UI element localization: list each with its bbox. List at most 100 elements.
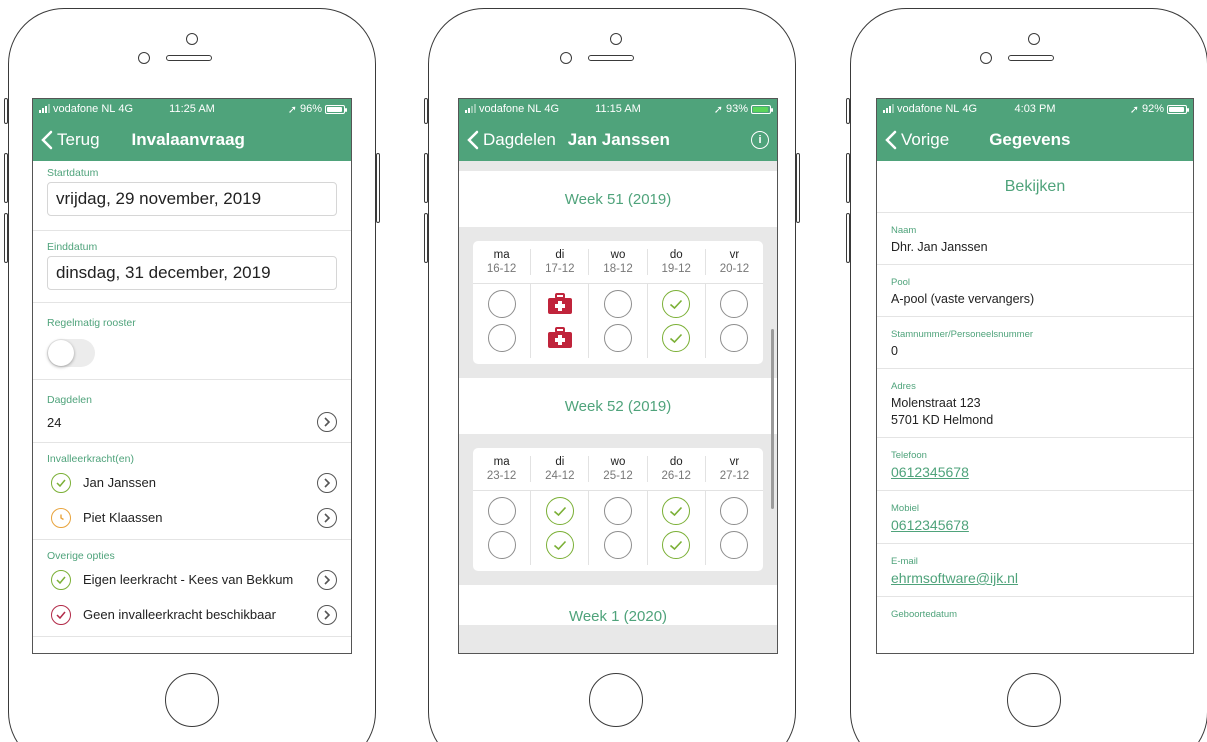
network-label: 4G — [962, 103, 978, 115]
chevron-left-icon — [467, 130, 479, 150]
invaller-row-piet[interactable]: Piet Klaassen — [47, 500, 337, 535]
check-circle-icon — [51, 472, 71, 493]
back-button[interactable]: Terug — [41, 130, 100, 150]
week-header: Week 51 (2019) — [459, 171, 777, 227]
mute-switch — [846, 98, 850, 124]
day-cells — [646, 491, 705, 565]
check-circle-icon[interactable] — [662, 497, 691, 525]
empty-circle-icon[interactable] — [720, 290, 749, 318]
scrollbar[interactable] — [771, 329, 774, 509]
dagdelen-section[interactable]: Dagdelen 24 — [33, 380, 351, 443]
email-row: E-mail ehrmsoftware@ijk.nl — [877, 544, 1193, 597]
email-label: E-mail — [891, 556, 918, 567]
einddatum-label: Einddatum — [47, 241, 98, 253]
screen-dagdelen: vodafone NL 4G 11:15 AM ➚ 93% Dagdelen J… — [458, 98, 778, 654]
startdatum-field[interactable]: vrijdag, 29 november, 2019 — [47, 182, 337, 216]
empty-circle-icon[interactable] — [604, 324, 632, 352]
info-icon[interactable]: i — [751, 131, 769, 149]
day-header: di 24-12 — [530, 456, 588, 482]
check-circle-icon[interactable] — [662, 290, 691, 318]
empty-circle-icon[interactable] — [604, 290, 632, 318]
mobiel-link[interactable]: 0612345678 — [891, 517, 969, 533]
battery-percent: 92% — [1141, 103, 1164, 115]
nav-bar: Vorige Gegevens — [877, 119, 1193, 161]
check-circle-icon — [51, 569, 71, 590]
day-name: di — [555, 456, 565, 468]
day-date: 25-12 — [603, 470, 633, 482]
chevron-right-icon[interactable] — [317, 604, 337, 625]
chevron-right-icon[interactable] — [317, 472, 337, 493]
power-button — [796, 153, 800, 223]
chevron-right-icon[interactable] — [317, 569, 337, 590]
empty-circle-icon[interactable] — [604, 497, 632, 525]
invaller-row-jan[interactable]: Jan Janssen — [47, 465, 337, 500]
chevron-right-icon[interactable] — [317, 507, 337, 528]
network-label: 4G — [118, 103, 134, 115]
medical-kit-icon[interactable] — [546, 324, 574, 352]
empty-circle-icon[interactable] — [720, 531, 749, 559]
naam-label: Naam — [891, 225, 917, 236]
invaller-name: Piet Klaassen — [83, 510, 163, 525]
startdatum-label: Startdatum — [47, 167, 99, 179]
battery-percent: 96% — [299, 103, 322, 115]
telefoon-label: Telefoon — [891, 450, 927, 461]
day-name: di — [555, 249, 565, 261]
day-cells — [530, 284, 588, 358]
day-header: di 17-12 — [530, 249, 588, 275]
empty-circle-icon[interactable] — [487, 531, 516, 559]
overige-row-eigen[interactable]: Eigen leerkracht - Kees van Bekkum — [47, 562, 337, 597]
day-cells — [588, 491, 646, 565]
day-date: 20-12 — [719, 263, 750, 275]
mobiel-label: Mobiel — [891, 503, 919, 514]
week-header: Week 1 (2020) — [459, 585, 777, 625]
einddatum-field[interactable]: dinsdag, 31 december, 2019 — [47, 256, 337, 290]
day-header: vr 27-12 — [704, 456, 763, 482]
overige-label: Overige opties — [47, 550, 115, 562]
day-header: ma 16-12 — [473, 249, 530, 275]
volume-down-button — [424, 213, 428, 263]
day-name: ma — [493, 456, 510, 468]
front-camera — [610, 33, 622, 45]
day-header: ma 23-12 — [473, 456, 530, 482]
home-button — [165, 673, 219, 727]
volume-down-button — [4, 213, 8, 263]
earpiece-speaker — [588, 55, 634, 61]
naam-row: Naam Dhr. Jan Janssen — [877, 213, 1193, 265]
empty-circle-icon[interactable] — [487, 290, 516, 318]
empty-circle-icon[interactable] — [604, 531, 632, 559]
status-bar: vodafone NL 4G 11:15 AM ➚ 93% — [459, 99, 777, 119]
check-circle-icon[interactable] — [662, 531, 691, 559]
empty-circle-icon[interactable] — [487, 324, 516, 352]
week-header: Week 52 (2019) — [459, 378, 777, 434]
back-button[interactable]: Dagdelen — [467, 130, 556, 150]
signal-icon — [39, 104, 50, 113]
email-link[interactable]: ehrmsoftware@ijk.nl — [891, 570, 1018, 586]
telefoon-link[interactable]: 0612345678 — [891, 464, 969, 480]
back-button[interactable]: Vorige — [885, 130, 949, 150]
regelmatig-toggle[interactable] — [47, 339, 95, 367]
phone-frame-3: vodafone NL 4G 4:03 PM ➚ 92% Vorige Gege… — [846, 8, 1207, 742]
volume-down-button — [846, 213, 850, 263]
day-date: 24-12 — [545, 470, 575, 482]
front-camera — [1028, 33, 1040, 45]
overige-row-geen[interactable]: Geen invalleerkracht beschikbaar — [47, 597, 337, 632]
medical-kit-icon[interactable] — [546, 290, 574, 318]
earpiece-speaker — [166, 55, 212, 61]
dagdelen-label: Dagdelen — [47, 394, 92, 406]
carrier-label: vodafone NL — [479, 103, 542, 115]
day-name: do — [669, 249, 683, 261]
check-circle-icon[interactable] — [545, 531, 574, 559]
check-circle-icon[interactable] — [662, 324, 691, 352]
overige-section: Overige opties Eigen leerkracht - Kees v… — [33, 540, 351, 637]
empty-circle-icon[interactable] — [720, 324, 749, 352]
day-name: do — [669, 456, 683, 468]
status-bar: vodafone NL 4G 4:03 PM ➚ 92% — [877, 99, 1193, 119]
empty-circle-icon[interactable] — [487, 497, 516, 525]
empty-circle-icon[interactable] — [720, 497, 749, 525]
adres-line2: 5701 KD Helmond — [891, 413, 994, 427]
check-circle-icon[interactable] — [545, 497, 574, 525]
day-cells — [704, 491, 763, 565]
stamnummer-label: Stamnummer/Personeelsnummer — [891, 329, 1034, 340]
chevron-right-icon[interactable] — [317, 412, 337, 432]
day-cells — [473, 284, 530, 358]
